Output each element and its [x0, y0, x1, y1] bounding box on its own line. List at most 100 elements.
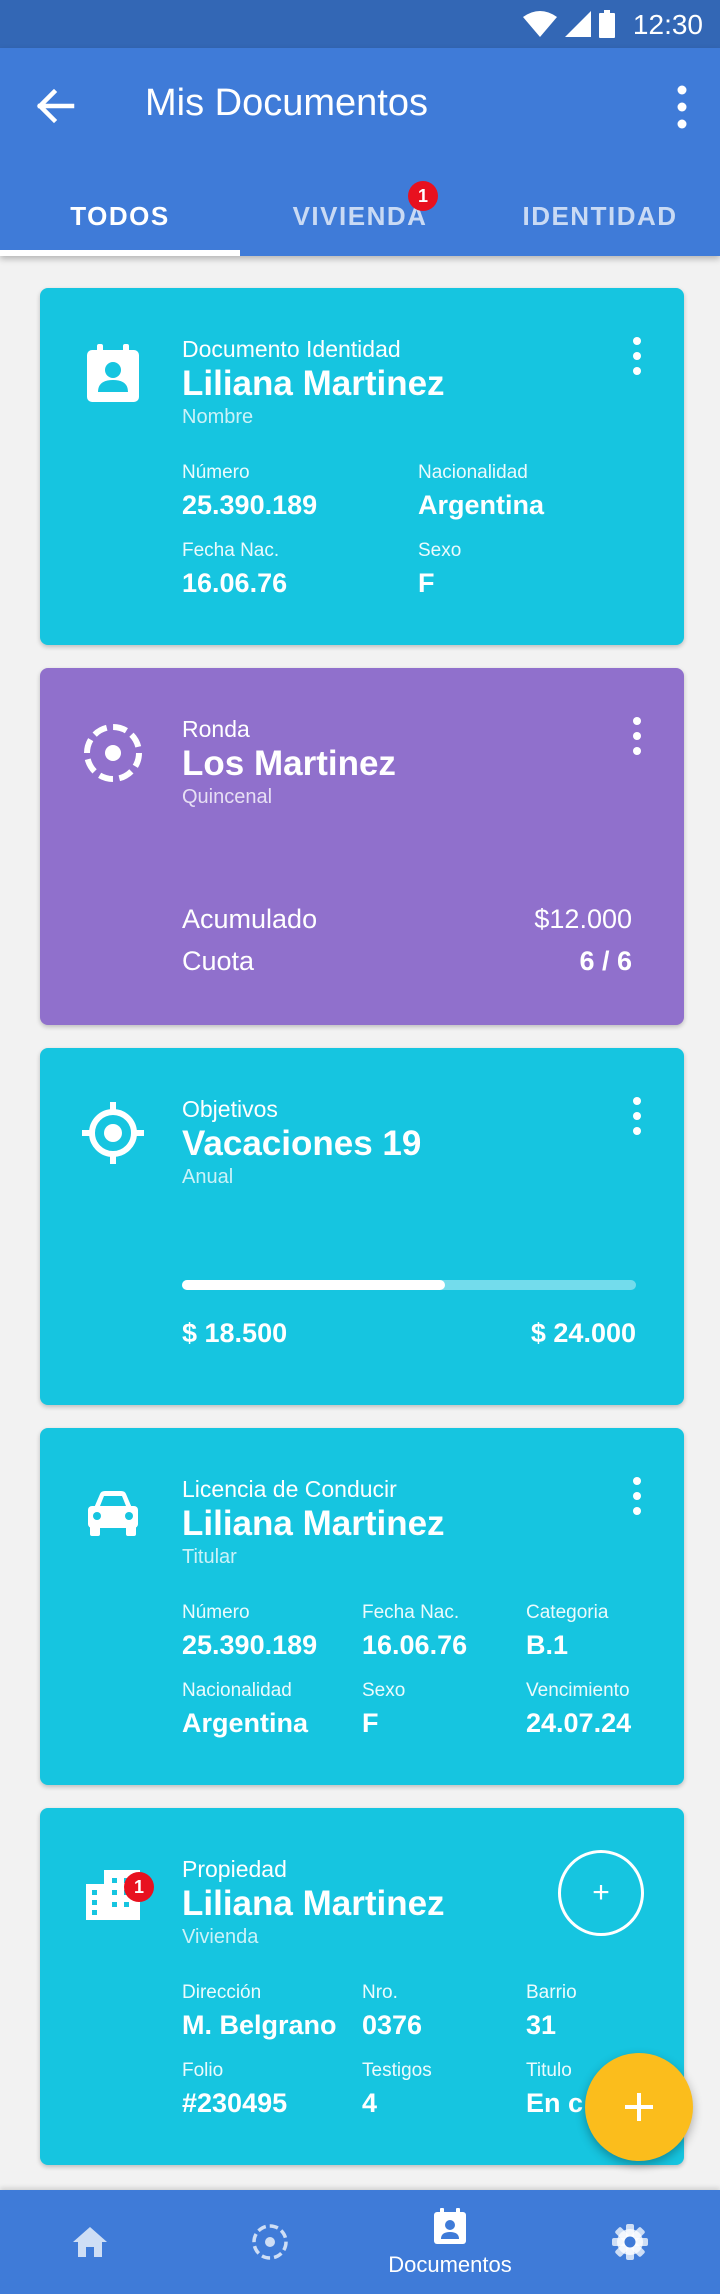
- tab-label: TODOS: [70, 200, 170, 231]
- identity-card[interactable]: Documento Identidad Liliana Martinez Nom…: [40, 288, 684, 645]
- nav-item-documentos[interactable]: Documentos: [360, 2190, 540, 2294]
- field-label: Número: [182, 462, 250, 483]
- card-subtitle: Titular: [182, 1546, 237, 1568]
- field-barrio: Barrio 31: [526, 1982, 577, 2041]
- card-overline: Ronda: [182, 716, 250, 742]
- nav-label: Documentos: [388, 2252, 512, 2277]
- field-value: 25.390.189: [182, 490, 318, 520]
- card-overline: Documento Identidad: [182, 336, 401, 362]
- tab-label: VIVIENDA: [292, 200, 428, 231]
- goal-card[interactable]: Objetivos Vacaciones 19 Anual $ 18.500 $…: [40, 1048, 684, 1405]
- card-overline: Objetivos: [182, 1096, 278, 1122]
- field-vencimiento: Vencimiento 24.07.24: [526, 1680, 631, 1739]
- field-label: Nacionalidad: [418, 462, 528, 483]
- add-icon: +: [592, 1876, 610, 1909]
- settings-icon: [612, 2224, 648, 2260]
- acumulado-value: $12.000: [534, 904, 632, 934]
- card-more-icon[interactable]: [630, 716, 644, 756]
- card-title: Liliana Martinez: [182, 1884, 445, 1923]
- field-value: #230495: [182, 2088, 288, 2118]
- fab-add-button[interactable]: [585, 2053, 693, 2161]
- license-card[interactable]: Licencia de Conducir Liliana Martinez Ti…: [40, 1428, 684, 1785]
- field-label: Sexo: [362, 1680, 406, 1701]
- field-value: En c: [526, 2088, 584, 2118]
- card-overline: Propiedad: [182, 1856, 287, 1882]
- plus-icon: [625, 2093, 653, 2121]
- page-title: Mis Documentos: [145, 82, 428, 124]
- goal-progress-bar: [182, 1280, 636, 1290]
- field-sexo: Sexo F: [418, 540, 461, 599]
- field-value: 16.06.76: [362, 1630, 468, 1660]
- add-button[interactable]: +: [558, 1850, 644, 1936]
- card-more-icon[interactable]: [630, 336, 644, 376]
- field-value: 0376: [362, 2010, 423, 2040]
- field-direccion: Dirección M. Belgrano: [182, 1982, 337, 2041]
- card-subtitle: Quincenal: [182, 786, 273, 808]
- back-arrow-icon[interactable]: [36, 86, 76, 126]
- tab-bar: TODOS VIVIENDA 1 IDENTIDAD: [0, 176, 720, 256]
- field-value: M. Belgrano: [182, 2010, 337, 2040]
- ronda-card[interactable]: Ronda Los Martinez Quincenal Acumulado $…: [40, 668, 684, 1025]
- wifi-icon: [523, 11, 557, 37]
- field-nacionalidad: Nacionalidad Argentina: [182, 1680, 308, 1739]
- car-icon: [88, 1491, 138, 1536]
- notification-badge: 1: [408, 181, 438, 211]
- ronda-icon: [84, 724, 142, 782]
- nav-item-settings[interactable]: [540, 2190, 720, 2294]
- card-subtitle: Anual: [182, 1166, 234, 1188]
- field-label: Sexo: [418, 540, 462, 561]
- field-label: Fecha Nac.: [362, 1602, 460, 1623]
- goal-target-amount: $ 24.000: [530, 1318, 636, 1348]
- cuota-value: 6 / 6: [579, 946, 632, 976]
- field-value: 16.06.76: [182, 568, 288, 598]
- more-vert-icon[interactable]: [672, 84, 692, 130]
- id-card-icon: [87, 344, 139, 402]
- field-numero: Número 25.390.189: [182, 1602, 317, 1661]
- field-sexo: Sexo F: [362, 1680, 405, 1739]
- field-label: Titulo: [526, 2060, 572, 2081]
- card-title: Liliana Martinez: [182, 364, 445, 403]
- field-label: Fecha Nac.: [182, 540, 280, 561]
- field-value: 4: [362, 2088, 378, 2118]
- card-more-icon[interactable]: [630, 1476, 644, 1516]
- field-numero: Número 25.390.189: [182, 462, 317, 521]
- nav-item-ronda[interactable]: [180, 2190, 360, 2294]
- documents-icon: [434, 2208, 466, 2244]
- card-subtitle: Nombre: [182, 406, 254, 428]
- field-fecha-nac: Fecha Nac. 16.06.76: [182, 540, 287, 599]
- notification-badge: 1: [124, 1872, 154, 1902]
- field-categoria: Categoria B.1: [526, 1602, 608, 1661]
- field-nro: Nro. 0376: [362, 1982, 422, 2041]
- status-time: 12:30: [632, 9, 703, 40]
- field-fecha-nac: Fecha Nac. 16.06.76: [362, 1602, 467, 1661]
- field-label: Vencimiento: [526, 1680, 630, 1701]
- target-icon: [82, 1102, 144, 1164]
- field-value: 31: [526, 2010, 557, 2040]
- card-more-icon[interactable]: [630, 1096, 644, 1136]
- status-icons: [523, 10, 615, 38]
- tab-label: IDENTIDAD: [522, 200, 678, 231]
- cuota-label: Cuota: [182, 946, 255, 976]
- field-folio: Folio #230495: [182, 2060, 287, 2119]
- field-nacionalidad: Nacionalidad Argentina: [418, 462, 544, 521]
- field-value: 25.390.189: [182, 1630, 318, 1660]
- status-bar: 12:30: [0, 0, 720, 48]
- tab-todos[interactable]: TODOS: [0, 176, 240, 256]
- battery-icon: [599, 10, 615, 38]
- field-value: 24.07.24: [526, 1708, 632, 1738]
- card-title: Vacaciones 19: [182, 1124, 422, 1163]
- tab-vivienda[interactable]: VIVIENDA 1: [240, 176, 480, 256]
- field-label: Nacionalidad: [182, 1680, 292, 1701]
- signal-icon: [565, 11, 591, 37]
- field-testigos: Testigos 4: [362, 2060, 432, 2119]
- bottom-navigation: Documentos: [0, 2190, 720, 2294]
- field-label: Dirección: [182, 1982, 262, 2003]
- nav-item-home[interactable]: [0, 2190, 180, 2294]
- tab-identidad[interactable]: IDENTIDAD: [480, 176, 720, 256]
- field-value: Argentina: [182, 1708, 309, 1738]
- field-value: F: [362, 1708, 379, 1738]
- field-value: F: [418, 568, 435, 598]
- card-title: Los Martinez: [182, 744, 396, 783]
- field-label: Nro.: [362, 1982, 398, 2003]
- field-label: Número: [182, 1602, 250, 1623]
